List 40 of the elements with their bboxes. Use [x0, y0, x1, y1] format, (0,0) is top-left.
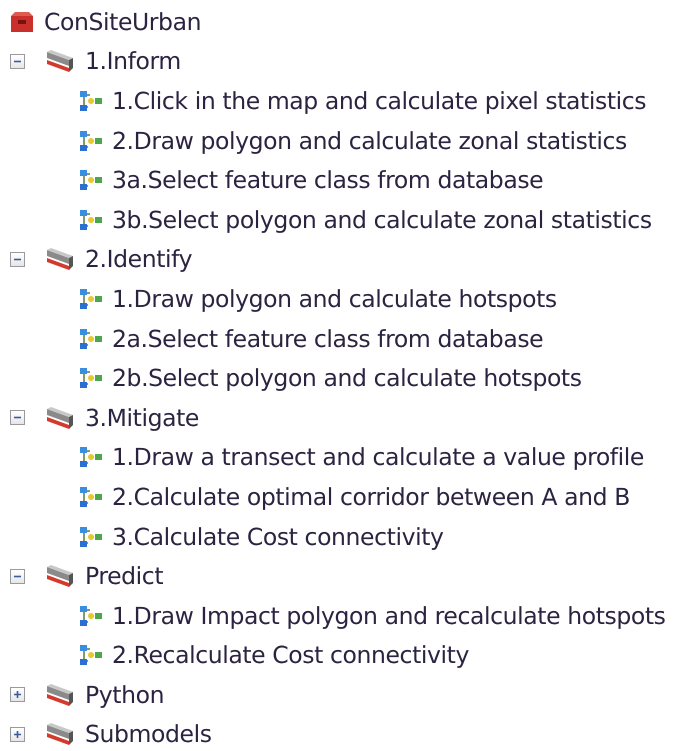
collapse-button[interactable] [10, 252, 25, 267]
toolbox-label[interactable]: ConSiteUrban [44, 8, 202, 36]
model-label[interactable]: 2.Calculate optimal corridor between A and B [112, 482, 630, 511]
model-icon [78, 208, 104, 232]
model-label[interactable]: 2.Recalculate Cost connectivity [112, 641, 469, 670]
toolset-label[interactable]: 1.Inform [85, 47, 181, 76]
collapse-button[interactable] [10, 410, 25, 426]
expand-button[interactable] [10, 687, 25, 702]
model-icon [78, 128, 104, 153]
model-icon [78, 286, 104, 311]
collapse-button[interactable] [10, 568, 25, 584]
collapse-button[interactable] [10, 54, 25, 69]
model-icon [78, 168, 104, 192]
toolset-label[interactable]: 2.Identify [85, 245, 192, 274]
model-label[interactable]: 3.Calculate Cost connectivity [112, 522, 444, 551]
model-label[interactable]: 1.Draw a transect and calculate a value profile [112, 443, 644, 472]
model-icon [78, 366, 104, 390]
toolset-label[interactable]: Predict [85, 562, 164, 590]
model-label[interactable]: 2a.Select feature class from database [112, 324, 544, 353]
expand-button[interactable] [10, 726, 25, 742]
model-label[interactable]: 1.Click in the map and calculate pixel statistics [112, 86, 646, 115]
toolset-label[interactable]: Python [85, 680, 164, 709]
model-icon [78, 643, 104, 668]
plus-icon [13, 690, 22, 700]
model-icon [78, 445, 104, 470]
model-icon [78, 484, 104, 509]
toolset-label[interactable]: Submodels [85, 720, 212, 748]
model-label[interactable]: 1.Draw Impact polygon and recalculate hotspots [112, 602, 666, 630]
model-icon [78, 604, 104, 628]
toolbox-icon [8, 10, 36, 34]
model-icon [78, 524, 104, 549]
toolset-label[interactable]: 3.Mitigate [85, 404, 199, 432]
model-label[interactable]: 3b.Select polygon and calculate zonal statistics [112, 206, 652, 234]
model-label[interactable]: 1.Draw polygon and calculate hotspots [112, 284, 557, 313]
model-icon [78, 88, 104, 113]
model-label[interactable]: 2.Draw polygon and calculate zonal statistics [112, 126, 627, 155]
model-icon [78, 326, 104, 351]
model-label[interactable]: 3a.Select feature class from database [112, 166, 544, 194]
model-label[interactable]: 2b.Select polygon and calculate hotspots [112, 364, 582, 392]
plus-icon [13, 730, 22, 739]
